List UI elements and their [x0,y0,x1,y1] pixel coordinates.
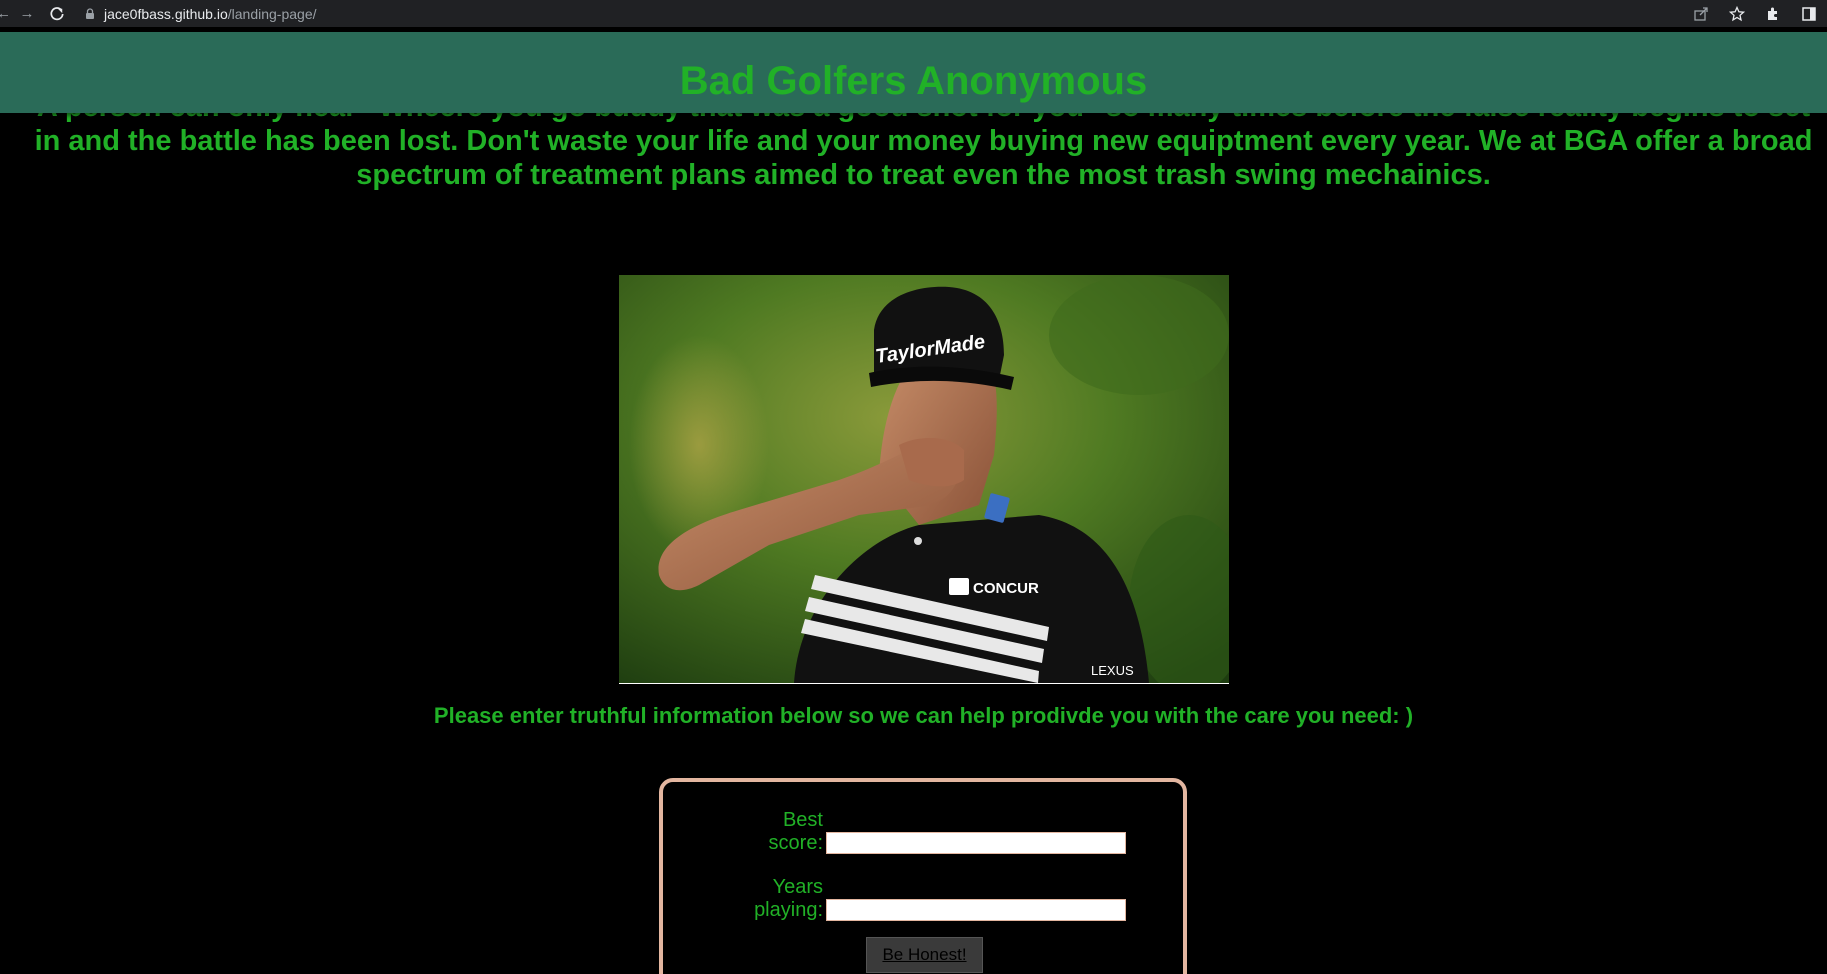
address-bar[interactable]: jace0fbass.github.io/landing-page/ [84,3,317,25]
extensions-icon[interactable] [1765,6,1781,22]
golfer-info-form: Best score: Years playing: Be Honest! [659,778,1187,974]
page-title: Bad Golfers Anonymous [679,59,1148,103]
years-playing-input[interactable] [826,899,1126,921]
intro-line-2: in and the battle has been lost. Don't w… [34,125,1813,157]
share-icon[interactable] [1693,6,1709,22]
crying-golfer-photo: TaylorMade CONCUR LEXUS [619,275,1229,684]
url-path: /landing-page/ [227,5,317,22]
bookmark-star-icon[interactable] [1729,5,1745,22]
best-score-input[interactable] [826,832,1126,854]
side-panel-icon[interactable] [1801,6,1817,22]
years-playing-label: Years playing: [754,876,823,921]
be-honest-button[interactable]: Be Honest! [866,937,983,973]
shirt-brand-text: CONCUR [973,580,1039,597]
url-host: jace0fbass.github.io [104,5,228,22]
form-prompt: Please enter truthful information below … [433,703,1414,728]
sleeve-brand-text: LEXUS [1091,663,1134,678]
forward-icon[interactable]: → [18,5,36,23]
reload-icon[interactable] [48,5,66,23]
page-viewport: A person can only hear "Wheere you go bu… [0,27,1827,974]
intro-line-3: spectrum of treatment plans aimed to tre… [356,159,1491,191]
back-icon[interactable]: ← [0,5,8,23]
lock-icon [86,7,94,19]
site-header: Bad Golfers Anonymous [0,32,1827,113]
best-score-label: Best score: [768,809,823,854]
browser-toolbar: ← → jace0fbass.github.io/landing-page/ [0,0,1827,27]
